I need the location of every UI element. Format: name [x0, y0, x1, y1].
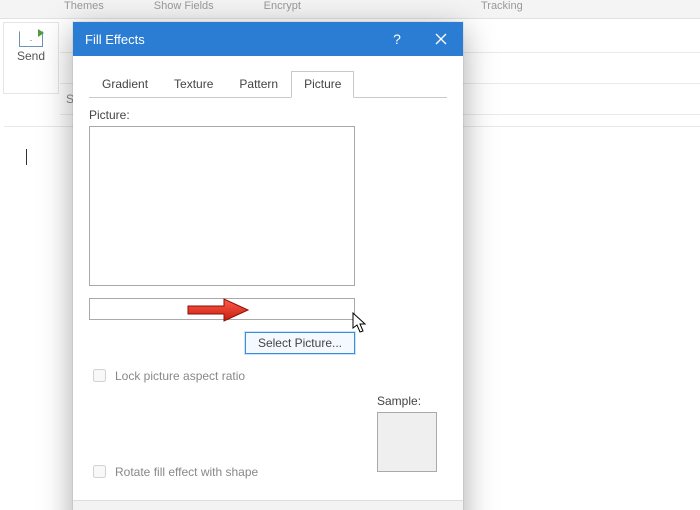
ribbon-group-showfields: Show Fields [154, 0, 214, 12]
send-button[interactable]: Send [3, 22, 59, 94]
picture-preview [89, 126, 355, 286]
dialog-titlebar[interactable]: Fill Effects ? [73, 22, 463, 56]
tabs: Gradient Texture Pattern Picture [89, 70, 447, 98]
lock-aspect-label: Lock picture aspect ratio [115, 369, 245, 383]
sample-label: Sample: [377, 394, 437, 408]
tab-gradient[interactable]: Gradient [89, 71, 161, 98]
rotate-row: Rotate fill effect with shape [89, 462, 258, 481]
send-arrow-icon [38, 29, 44, 37]
sample-area: Sample: [377, 394, 437, 472]
send-label: Send [4, 49, 58, 63]
lock-aspect-row: Lock picture aspect ratio [89, 366, 447, 385]
select-picture-button[interactable]: Select Picture... [245, 332, 355, 354]
ribbon-group-labels: Themes Show Fields Encrypt Tracking More… [0, 0, 700, 19]
help-icon: ? [393, 31, 401, 47]
sample-preview [377, 412, 437, 472]
dialog-title: Fill Effects [85, 32, 375, 47]
fill-effects-dialog: Fill Effects ? Gradient Texture Pattern … [73, 22, 463, 510]
dialog-footer: OK Cancel [73, 500, 463, 510]
close-button[interactable] [419, 22, 463, 56]
lock-aspect-checkbox[interactable] [93, 369, 106, 382]
ribbon-group-tracking: Tracking [481, 0, 523, 12]
tab-picture[interactable]: Picture [291, 71, 354, 98]
rotate-checkbox[interactable] [93, 465, 106, 478]
close-icon [435, 33, 447, 45]
tab-pattern[interactable]: Pattern [226, 71, 291, 98]
dialog-body: Gradient Texture Pattern Picture Picture… [73, 56, 463, 500]
help-button[interactable]: ? [375, 22, 419, 56]
rotate-label: Rotate fill effect with shape [115, 465, 258, 479]
ribbon-group-themes: Themes [64, 0, 104, 12]
picture-section-label: Picture: [89, 108, 447, 122]
text-cursor [26, 149, 27, 165]
picture-path-field[interactable] [89, 298, 355, 320]
ribbon-group-encrypt: Encrypt [264, 0, 301, 12]
tab-texture[interactable]: Texture [161, 71, 226, 98]
